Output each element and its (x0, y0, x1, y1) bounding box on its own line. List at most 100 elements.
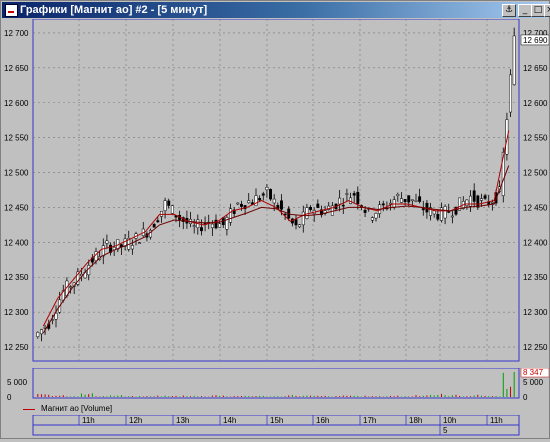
minimize-button[interactable]: _ (518, 4, 532, 17)
candle-body (210, 223, 214, 228)
candle-body (396, 194, 400, 196)
legend-label: Магнит ао [Volume] (41, 404, 113, 413)
candle-body (229, 208, 232, 223)
candle-body (309, 207, 312, 210)
volume-tick-left: 5 000 (7, 378, 28, 387)
time-label: 12h (129, 416, 142, 425)
time-label: 17h (363, 416, 376, 425)
candle-body (414, 200, 418, 202)
candle-body (512, 35, 516, 85)
price-tick-left: 12 250 (4, 343, 29, 352)
candle-body (483, 195, 487, 199)
price-tick-left: 12 400 (4, 238, 29, 247)
candle-body (490, 201, 494, 204)
candle-body (363, 209, 367, 213)
candle-body (218, 223, 222, 228)
last-volume-label: 8 347 (523, 368, 544, 377)
maximize-button[interactable]: □ (531, 4, 545, 17)
candle-body (156, 220, 160, 223)
candle-body (432, 210, 436, 215)
candle-body (469, 195, 472, 207)
close-button[interactable]: × (544, 4, 550, 17)
volume-tick-right: 5 000 (523, 378, 544, 387)
candle-body (352, 193, 356, 196)
candle-body (403, 199, 407, 202)
price-tick-left: 12 700 (4, 29, 29, 38)
candle-body (410, 199, 414, 202)
volume-pane[interactable]: 5 000 5 000 0 0 8 347 (3, 367, 550, 402)
candle-body (356, 191, 360, 204)
candle-body (138, 242, 142, 244)
time-axis: 11h 12h 13h 14h 15h 16h 17h 18h 10h 11h 5 (3, 414, 549, 437)
candle-body (509, 74, 512, 113)
time-label: 16h (316, 416, 329, 425)
time-label: 14h (223, 416, 236, 425)
candle-body (298, 224, 302, 228)
candle-body (301, 211, 305, 226)
candle-body (101, 245, 105, 257)
candle-body (236, 202, 240, 205)
candle-body (436, 214, 440, 220)
candle-body (400, 198, 403, 203)
candle-body (94, 251, 98, 261)
window-title: Графики [Магнит ао] #2 - [5 минут] (20, 4, 208, 16)
pin-icon[interactable]: ⚓ (502, 4, 516, 17)
chart-window: Графики [Магнит ао] #2 - [5 минут] ⚓ _ □… (0, 0, 550, 439)
candle-body (345, 193, 349, 195)
candle-body (170, 205, 174, 214)
candle-body (254, 195, 258, 206)
price-tick-left: 12 600 (4, 99, 29, 108)
time-label: 10h (443, 416, 456, 425)
candle-body (450, 215, 454, 218)
candle-body (272, 198, 276, 204)
volume-tick-left: 0 (7, 393, 12, 401)
time-axis-svg: 11h 12h 13h 14h 15h 16h 17h 18h 10h 11h 5 (32, 414, 520, 436)
price-tick-right: 12 600 (523, 99, 548, 108)
candle-body (240, 203, 243, 207)
candle-body (69, 286, 72, 288)
candle-body (370, 217, 374, 221)
candle-body (163, 200, 167, 211)
candle-body (247, 200, 251, 204)
candle-body (105, 240, 109, 244)
price-tick-left: 12 650 (4, 64, 29, 73)
title-bar[interactable]: Графики [Магнит ао] #2 - [5 минут] ⚓ _ □… (2, 2, 550, 18)
candle-body (374, 213, 378, 219)
candle-body (265, 186, 269, 191)
candle-body (160, 211, 163, 217)
price-tick-left: 12 300 (4, 308, 29, 317)
price-tick-right: 12 250 (523, 343, 548, 352)
price-tick-right: 12 400 (523, 238, 548, 247)
candle-body (407, 195, 411, 203)
time-label: 15h (270, 416, 283, 425)
volume-chart[interactable]: 5 000 5 000 0 0 8 347 (3, 367, 550, 402)
candle-body (305, 207, 309, 219)
candle-body (258, 197, 262, 201)
candle-body (192, 225, 196, 227)
candle-body (476, 195, 480, 208)
candle-body (480, 198, 483, 201)
candle-body (152, 224, 156, 228)
candle-body (200, 227, 203, 232)
candle-body (87, 265, 91, 276)
price-tick-left: 12 500 (4, 169, 29, 178)
candle-body (269, 189, 272, 200)
price-tick-right: 12 650 (523, 64, 548, 73)
price-chart-pane[interactable]: 12 700 12 700 12 650 12 650 12 600 12 600 12 5… (3, 18, 550, 363)
price-tick-left: 12 350 (4, 273, 29, 282)
time-label: 11h (82, 416, 95, 425)
price-tick-right: 12 550 (523, 134, 548, 143)
volume-tick-right: 0 (523, 393, 528, 401)
legend: Магнит ао [Volume] (3, 403, 549, 415)
candle-body (421, 208, 425, 211)
candle-body (341, 204, 345, 207)
candle-body (40, 329, 43, 335)
time-label: 13h (176, 416, 189, 425)
price-chart[interactable]: 12 700 12 70012 650 12 65012 600 12 60012 5… (3, 18, 550, 363)
candle-body (472, 190, 476, 202)
price-tick-right: 12 450 (523, 203, 548, 212)
legend-line-swatch (23, 409, 35, 410)
price-tick-right: 12 500 (523, 169, 548, 178)
time-label: 18h (409, 416, 422, 425)
candle-body (418, 196, 422, 202)
